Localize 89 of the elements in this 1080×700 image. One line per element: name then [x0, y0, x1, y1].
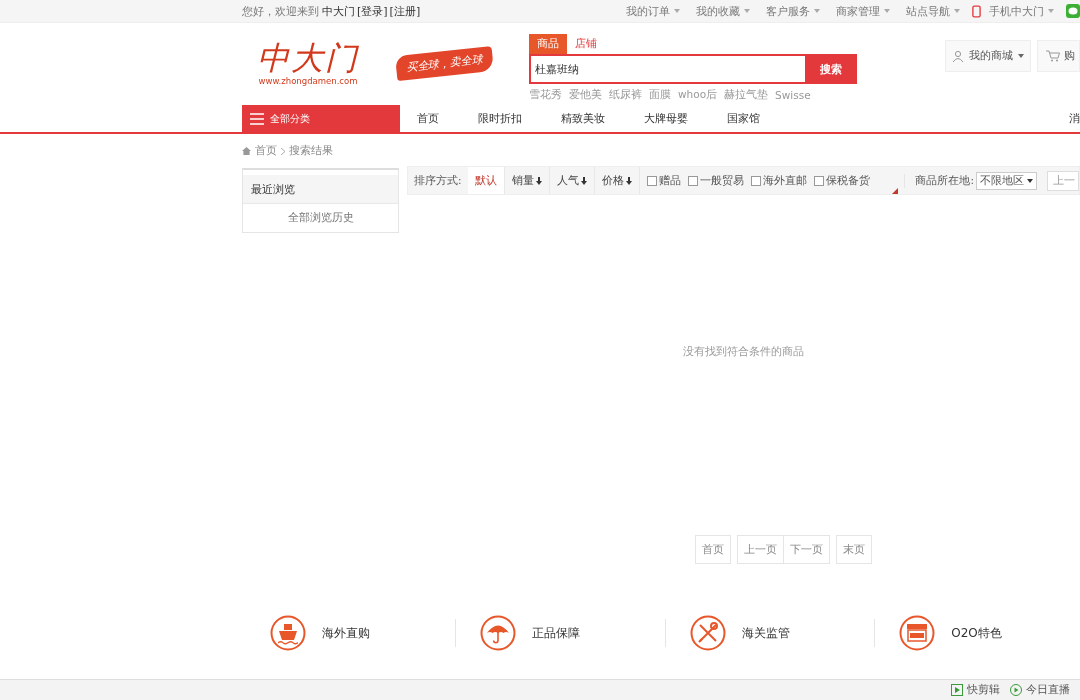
pagination-button[interactable]: 上一页 — [737, 535, 783, 564]
feature-label: 海关监管 — [741, 624, 790, 642]
breadcrumb-link[interactable]: 首页 — [255, 144, 277, 158]
site-logo[interactable]: 中大门 www.zhongdamen.com — [256, 40, 360, 86]
all-categories-label: 全部分类 — [270, 111, 310, 126]
cart-icon — [1046, 50, 1060, 62]
caret-icon — [1027, 178, 1033, 183]
hot-search-link[interactable]: 面膜 — [649, 88, 671, 102]
sort-option[interactable]: 人气 — [549, 167, 595, 194]
nav-link[interactable]: 首页 — [417, 111, 439, 126]
nav-link[interactable]: 大牌母婴 — [644, 111, 688, 126]
prev-page-button[interactable]: 上一 — [1047, 170, 1079, 191]
feature-label: O2O特色 — [951, 624, 1002, 642]
umbrella-icon — [479, 615, 516, 651]
chat-icon[interactable] — [1066, 4, 1080, 18]
nav-link[interactable]: 消 — [1069, 111, 1080, 126]
phone-icon — [972, 4, 981, 18]
nav-link[interactable]: 限时折扣 — [478, 111, 522, 126]
welcome-text: 您好，欢迎来到 — [242, 3, 319, 19]
caret-icon — [954, 9, 960, 13]
down-arrow-icon — [625, 176, 632, 185]
sort-option[interactable]: 价格 — [594, 167, 640, 194]
sort-label: 排序方式: — [413, 173, 463, 188]
cart-label: 购 — [1064, 49, 1075, 63]
search-tab[interactable]: 商品 — [529, 34, 567, 54]
play-icon[interactable] — [951, 684, 963, 696]
down-arrow-icon — [580, 176, 587, 185]
caret-icon — [674, 9, 680, 13]
hot-search-link[interactable]: Swisse — [775, 89, 811, 101]
cart-button[interactable]: 购 — [1037, 40, 1080, 72]
checkbox[interactable] — [646, 175, 657, 186]
down-arrow-icon — [535, 176, 542, 185]
corner-mark — [892, 188, 899, 194]
sort-option[interactable]: 默认 — [467, 167, 505, 194]
pagination-button[interactable]: 首页 — [695, 535, 731, 564]
feature-label: 正品保障 — [531, 624, 580, 642]
play-icon[interactable] — [1010, 684, 1022, 696]
status-item[interactable]: 今日直播 — [1026, 683, 1070, 697]
caret-icon — [884, 9, 890, 13]
caret-icon — [1018, 54, 1024, 58]
checkbox[interactable] — [750, 175, 761, 186]
location-dropdown[interactable]: 不限地区 — [976, 171, 1037, 190]
checkbox[interactable] — [813, 175, 824, 186]
storefront-icon — [899, 615, 936, 651]
breadcrumb-current: 搜索结果 — [289, 144, 333, 158]
user-icon — [952, 50, 964, 62]
top-menu-link[interactable]: 我的收藏 — [696, 3, 740, 19]
mobile-link[interactable]: 手机中大门 — [989, 3, 1044, 19]
hot-search-link[interactable]: 赫拉气垫 — [724, 88, 769, 102]
location-label: 商品所在地: — [904, 173, 974, 188]
top-menu-link[interactable]: 站点导航 — [906, 3, 950, 19]
pagination-button[interactable]: 末页 — [836, 535, 872, 564]
filter-label: 一般贸易 — [699, 173, 744, 188]
filter-label: 赠品 — [658, 173, 681, 188]
filter-label: 海外直邮 — [762, 173, 807, 188]
sort-option[interactable]: 销量 — [504, 167, 550, 194]
empty-result-message: 没有找到符合条件的商品 — [682, 345, 805, 359]
tools-icon — [689, 615, 726, 651]
caret-icon — [744, 9, 750, 13]
login-link[interactable]: [登录] — [357, 3, 388, 19]
search-tab[interactable]: 店铺 — [567, 34, 605, 54]
ship-icon — [270, 615, 306, 651]
status-item[interactable]: 快剪辑 — [967, 683, 1000, 697]
chevron-icon — [281, 147, 285, 155]
browse-history-link[interactable]: 全部浏览历史 — [287, 211, 354, 225]
top-menu-link[interactable]: 商家管理 — [836, 3, 880, 19]
top-menu-link[interactable]: 我的订单 — [626, 3, 670, 19]
site-name: 中大门 — [322, 3, 355, 19]
slogan-banner: 买全球，卖全球 — [394, 45, 495, 81]
checkbox[interactable] — [687, 175, 698, 186]
nav-link[interactable]: 国家馆 — [727, 111, 760, 126]
menu-icon — [250, 112, 264, 125]
filter-label: 保税备货 — [825, 173, 870, 188]
hot-search-link[interactable]: 纸尿裤 — [609, 88, 642, 102]
pagination-button[interactable]: 下一页 — [783, 535, 830, 564]
register-link[interactable]: [注册] — [389, 3, 421, 19]
hot-search-link[interactable]: 雪花秀 — [529, 88, 562, 102]
my-store-button[interactable]: 我的商城 — [945, 40, 1031, 72]
feature-label: 海外直购 — [322, 624, 370, 642]
caret-icon — [1048, 9, 1054, 13]
my-store-label: 我的商城 — [969, 49, 1013, 63]
nav-link[interactable]: 精致美妆 — [561, 111, 605, 126]
top-menu-link[interactable]: 客户服务 — [766, 3, 810, 19]
hot-search-link[interactable]: whoo后 — [678, 88, 718, 102]
hot-search-link[interactable]: 爱他美 — [569, 88, 602, 102]
all-categories-button[interactable]: 全部分类 — [242, 105, 400, 132]
recent-views-header: 最近浏览 — [243, 175, 398, 204]
home-icon — [242, 147, 251, 155]
caret-icon — [814, 9, 820, 13]
